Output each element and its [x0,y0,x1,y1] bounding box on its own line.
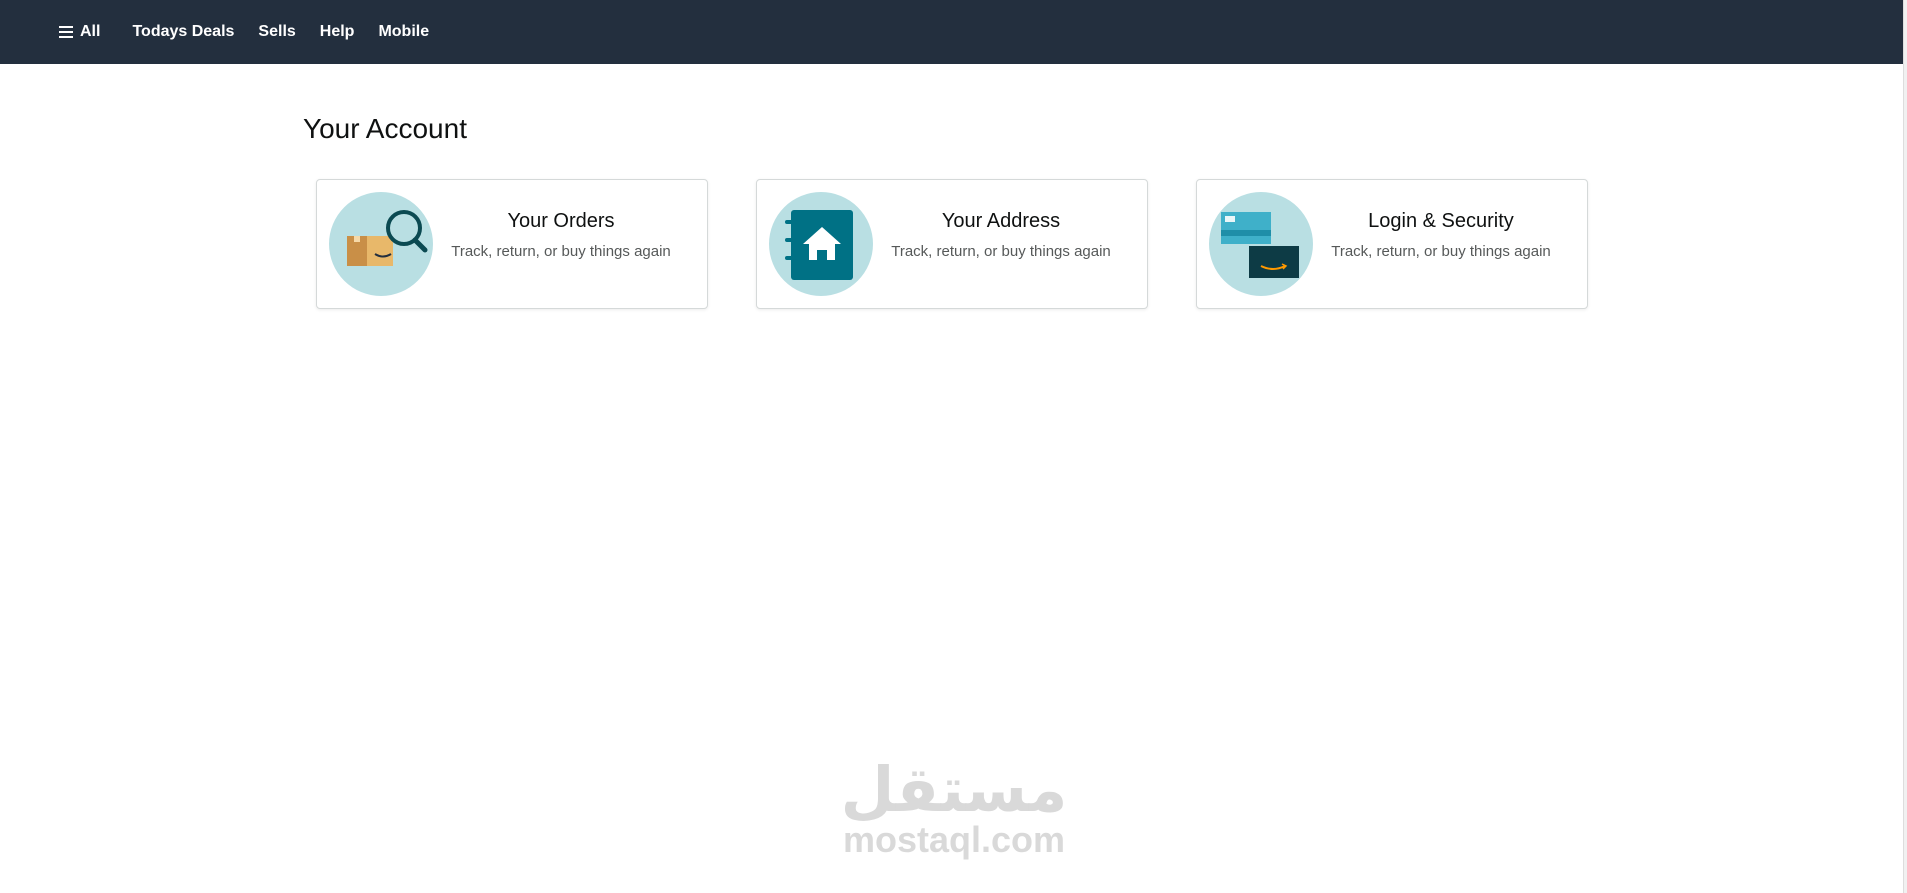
nav-item-sells[interactable]: Sells [258,23,295,41]
orders-box-magnifier-icon [329,192,433,296]
nav-item-help[interactable]: Help [320,23,355,41]
top-navbar: All Todays Deals Sells Help Mobile [0,0,1903,64]
watermark-latin-text: mostaql.com [842,819,1066,860]
card-title: Login & Security [1368,210,1514,232]
address-book-home-icon [769,192,873,296]
your-address-card[interactable]: Your Address Track, return, or buy thing… [756,179,1148,309]
nav-item-mobile[interactable]: Mobile [378,23,429,41]
page-scrollbar[interactable] [1903,0,1907,893]
card-description: Track, return, or buy things again [1331,243,1551,260]
watermark-arabic-text: مستقل [840,753,1068,826]
nav-item-todays-deals[interactable]: Todays Deals [132,23,234,41]
card-title: Your Address [941,210,1061,232]
hamburger-menu-icon [59,26,73,38]
login-security-cards-icon [1209,192,1313,296]
card-title: Your Orders [507,210,615,232]
card-description: Track, return, or buy things again [891,243,1111,260]
nav-item-label: All [80,23,101,40]
login-security-card[interactable]: Login & Security Track, return, or buy t… [1196,179,1588,309]
card-description: Track, return, or buy things again [451,243,671,260]
page-title: Your Account [303,113,467,144]
mostaql-watermark: مستقل mostaql.com [838,753,1070,860]
your-orders-card[interactable]: Your Orders Track, return, or buy things… [316,179,708,309]
nav-all-menu[interactable]: All [59,23,100,41]
